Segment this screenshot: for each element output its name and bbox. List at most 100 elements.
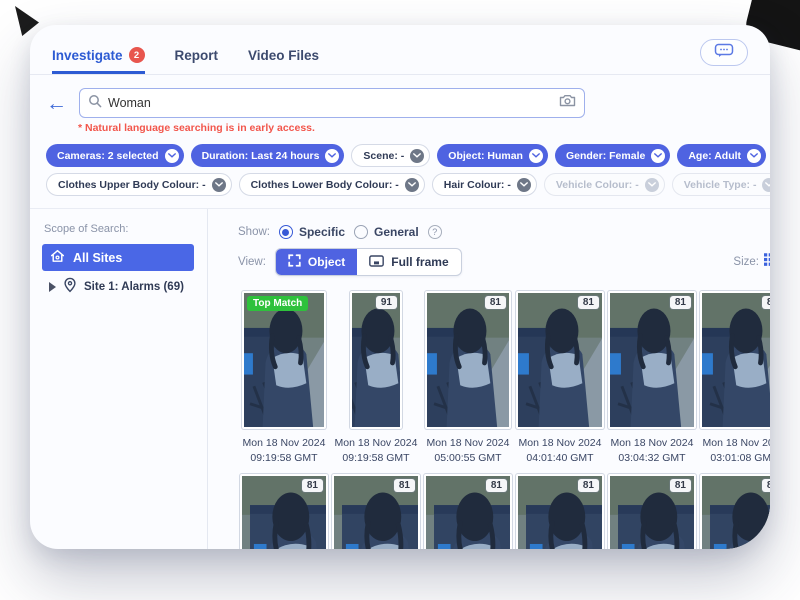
filter-pill[interactable]: Gender: Female — [555, 144, 670, 167]
match-score-badge: 81 — [394, 479, 415, 492]
size-controls: Size: — [733, 253, 770, 272]
filter-pill[interactable]: Scene: - — [351, 144, 430, 167]
chevron-down-icon — [165, 149, 179, 163]
filter-pill[interactable]: Vehicle Type: - — [672, 173, 770, 196]
filter-pill-label: Clothes Upper Body Colour: - — [58, 179, 206, 191]
result-timestamp: Mon 18 Nov 2024 03:01:08 GMT — [703, 436, 770, 465]
result-thumbnail[interactable]: 91 — [350, 291, 402, 429]
view-controls: View: Object — [238, 248, 770, 276]
result-thumbnail[interactable]: 81 — [700, 291, 770, 429]
result-thumbnail[interactable]: 81 — [608, 474, 696, 549]
result-cell: 91 Mon 18 Nov 2024 09:19:58 GMT — [330, 291, 422, 465]
match-score-badge: 81 — [670, 479, 691, 492]
view-object-label: Object — [308, 255, 345, 269]
size-grid-icon[interactable] — [764, 253, 770, 272]
all-sites-label: All Sites — [73, 251, 122, 265]
filter-pill[interactable]: Duration: Last 24 hours — [191, 144, 345, 167]
view-option-full-frame[interactable]: Full frame — [357, 249, 460, 275]
filter-pill-label: Cameras: 2 selected — [57, 150, 159, 162]
tab-bar: Investigate 2 Report Video Files — [30, 25, 770, 75]
filter-pill[interactable]: Age: Adult — [677, 144, 766, 167]
result-timestamp: Mon 18 Nov 2024 03:04:32 GMT — [611, 436, 694, 465]
filter-pill[interactable]: Cameras: 2 selected — [46, 144, 184, 167]
result-timestamp: Mon 18 Nov 2024 04:01:40 GMT — [519, 436, 602, 465]
result-cell: 81 Mon 18 Nov 2024 05:00:55 GMT — [422, 291, 514, 465]
scope-sidebar: Scope of Search: All Sites — [30, 209, 208, 549]
chevron-down-icon — [410, 149, 424, 163]
help-icon[interactable]: ? — [428, 225, 442, 239]
chevron-down-icon — [762, 178, 770, 192]
result-thumbnail[interactable]: 81 — [332, 474, 420, 549]
result-timestamp: Mon 18 Nov 2024 09:19:58 GMT — [243, 436, 326, 465]
image-frame-icon — [369, 255, 384, 270]
result-cell: 81 Mon 18 Nov 2024 04:01:40 GMT — [514, 291, 606, 465]
filter-pill-label: Object: Human — [448, 150, 523, 162]
sidebar-item-site1[interactable]: Site 1: Alarms (69) — [42, 277, 207, 296]
filter-pill-label: Vehicle Colour: - — [556, 179, 639, 191]
results-panel: Show: Specific General ? View: — [208, 209, 770, 549]
match-score-badge: 81 — [486, 479, 507, 492]
tab-video-files[interactable]: Video Files — [248, 48, 319, 74]
result-thumbnail[interactable]: 81 — [240, 474, 328, 549]
view-option-object[interactable]: Object — [276, 249, 357, 275]
filter-pill[interactable]: Clothes Upper Body Colour: - — [46, 173, 232, 196]
result-cell: 81 — [238, 474, 330, 549]
chat-icon — [714, 43, 734, 63]
radio-specific-label: Specific — [299, 225, 345, 239]
result-timestamp: Mon 18 Nov 2024 09:19:58 GMT — [335, 436, 418, 465]
chat-button[interactable] — [700, 39, 748, 66]
investigate-card: Investigate 2 Report Video Files — [30, 25, 770, 549]
filter-pill-label: Scene: - — [363, 150, 404, 162]
result-thumbnail[interactable]: 81 — [516, 474, 604, 549]
match-score-badge: 81 — [485, 296, 506, 309]
filter-pill-label: Age: Adult — [688, 150, 741, 162]
search-input[interactable] — [108, 96, 553, 110]
match-score-badge: 81 — [762, 296, 770, 309]
radio-specific[interactable]: Specific — [279, 225, 345, 239]
tab-report[interactable]: Report — [175, 48, 219, 74]
chevron-down-icon — [517, 178, 531, 192]
filter-pill[interactable]: Hair Colour: - — [432, 173, 537, 196]
result-thumbnail[interactable]: 81 — [424, 474, 512, 549]
filter-pill[interactable]: Object: Human — [437, 144, 548, 167]
result-thumbnail[interactable]: 81 — [425, 291, 511, 429]
result-thumbnail[interactable]: 81 — [608, 291, 696, 429]
result-cell: 81 — [330, 474, 422, 549]
chevron-down-icon — [529, 149, 543, 163]
location-pin-icon — [63, 277, 77, 296]
result-thumbnail[interactable]: 81 — [516, 291, 604, 429]
tab-investigate[interactable]: Investigate 2 — [52, 47, 145, 74]
match-score-badge: 81 — [578, 296, 599, 309]
result-cell: Top Match Mon 18 Nov 2024 09:19:58 GMT — [238, 291, 330, 465]
chevron-down-icon — [747, 149, 761, 163]
expand-triangle-icon[interactable] — [49, 282, 56, 292]
camera-icon[interactable] — [559, 94, 576, 112]
filter-pill[interactable]: Vehicle Colour: - — [544, 173, 665, 196]
radio-general[interactable]: General — [354, 225, 419, 239]
investigate-count-badge: 2 — [129, 47, 145, 63]
radio-icon-selected[interactable] — [279, 225, 293, 239]
result-cell: 81 Mon 18 Nov 2024 03:01:08 GMT — [698, 291, 770, 465]
sidebar-item-all-sites[interactable]: All Sites — [42, 244, 194, 271]
match-score-badge: 81 — [578, 479, 599, 492]
radio-general-label: General — [374, 225, 419, 239]
chevron-down-icon — [325, 149, 339, 163]
chevron-down-icon — [405, 178, 419, 192]
search-icon — [88, 94, 102, 113]
match-score-badge: 91 — [376, 296, 397, 309]
result-thumbnail[interactable]: 81 — [700, 474, 770, 549]
match-score-badge: 81 — [762, 479, 770, 492]
filter-pill-label: Hair Colour: - — [444, 179, 511, 191]
back-arrow-icon[interactable]: ← — [46, 93, 67, 114]
filter-pill[interactable]: Clothes Lower Body Colour: - — [239, 173, 425, 196]
filter-pill-label: Clothes Lower Body Colour: - — [251, 179, 399, 191]
match-score-badge: 81 — [302, 479, 323, 492]
filter-pill-label: Gender: Female — [566, 150, 645, 162]
result-thumbnail[interactable]: Top Match — [242, 291, 326, 429]
tab-investigate-label: Investigate — [52, 48, 123, 63]
filter-row-2: Clothes Upper Body Colour: - Clothes Low… — [30, 173, 770, 196]
radio-icon-unselected[interactable] — [354, 225, 368, 239]
results-row-1: Top Match Mon 18 Nov 2024 09:19:58 GMT — [238, 291, 770, 465]
result-cell: 81 — [606, 474, 698, 549]
search-box — [79, 88, 585, 118]
